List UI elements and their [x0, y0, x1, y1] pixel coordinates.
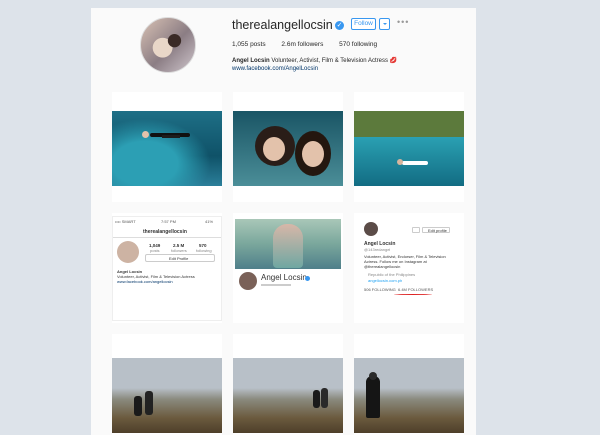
followers-count[interactable]: 2.6m followers: [281, 41, 323, 48]
tw-edit-profile: Edit profile: [428, 228, 447, 233]
bio: Angel Locsin Volunteer, Activist, Film &…: [232, 57, 397, 64]
post-tile[interactable]: [354, 92, 464, 202]
bio-text: Volunteer, Activist, Film & Television A…: [271, 58, 388, 64]
profile-link[interactable]: www.facebook.com/AngelLocsin: [232, 66, 318, 72]
avatar[interactable]: [140, 17, 196, 73]
post-tile[interactable]: Angel Locsin: [233, 213, 343, 323]
post-image[interactable]: Edit profile Angel Locsin @143redangel V…: [354, 216, 464, 321]
post-image[interactable]: Angel Locsin: [233, 219, 343, 303]
following-count[interactable]: 570 following: [339, 41, 377, 48]
phone-battery: 41%: [205, 219, 214, 224]
lips-emoji-icon: 💋: [389, 58, 398, 64]
phone-edit-profile: Edit Profile: [169, 255, 189, 261]
phone-username: therealangellocsin: [143, 229, 187, 235]
web-name: Angel Locsin: [261, 273, 307, 282]
post-tile[interactable]: [233, 92, 343, 202]
post-image[interactable]: [112, 111, 222, 186]
post-image[interactable]: [233, 111, 343, 186]
phone-status: •••• SMART: [115, 219, 136, 224]
post-image[interactable]: [112, 358, 222, 433]
post-tile[interactable]: [112, 334, 222, 435]
post-tile[interactable]: [354, 334, 464, 435]
post-image[interactable]: •••• SMART 7:57 PM 41% therealangellocsi…: [112, 216, 222, 321]
post-tile[interactable]: [233, 334, 343, 435]
post-image[interactable]: [233, 358, 343, 433]
phone-followers-l: followers: [171, 248, 187, 253]
post-tile[interactable]: Edit profile Angel Locsin @143redangel V…: [354, 213, 464, 323]
post-image[interactable]: [354, 358, 464, 433]
follow-button[interactable]: Follow: [351, 18, 376, 30]
verified-badge-icon: ✓: [335, 21, 344, 30]
tw-following: 506 FOLLOWING: [364, 287, 396, 292]
post-tile[interactable]: [112, 92, 222, 202]
tw-location: Republic of the Philippines: [368, 272, 416, 277]
profile-page: therealangellocsin ✓ Follow ••• 1,055 po…: [91, 8, 476, 435]
post-tile[interactable]: •••• SMART 7:57 PM 41% therealangellocsi…: [112, 213, 222, 323]
full-name: Angel Locsin: [232, 58, 270, 64]
phone-time: 7:57 PM: [161, 219, 176, 224]
post-image[interactable]: [354, 111, 464, 186]
tw-handle: @143redangel: [364, 247, 391, 252]
posts-count: 1,055 posts: [232, 41, 266, 48]
tw-followers: 6.4M FOLLOWERS: [398, 287, 434, 292]
phone-following-l: following: [196, 248, 212, 253]
phone-posts-l: posts: [150, 248, 160, 253]
more-options-button[interactable]: •••: [397, 17, 409, 27]
phone-link: www.facebook.com/angellocsin: [117, 279, 173, 284]
profile-stats: 1,055 posts 2.6m followers 570 following: [232, 41, 391, 48]
follow-options-button[interactable]: [379, 18, 390, 30]
tw-bio: Volunteer, Activist, Endorser, Film & Te…: [364, 254, 446, 269]
username: therealangellocsin: [232, 18, 333, 32]
tw-site: angellocsin.com.ph: [368, 278, 403, 283]
profile-header: therealangellocsin ✓ Follow ••• 1,055 po…: [91, 8, 476, 86]
